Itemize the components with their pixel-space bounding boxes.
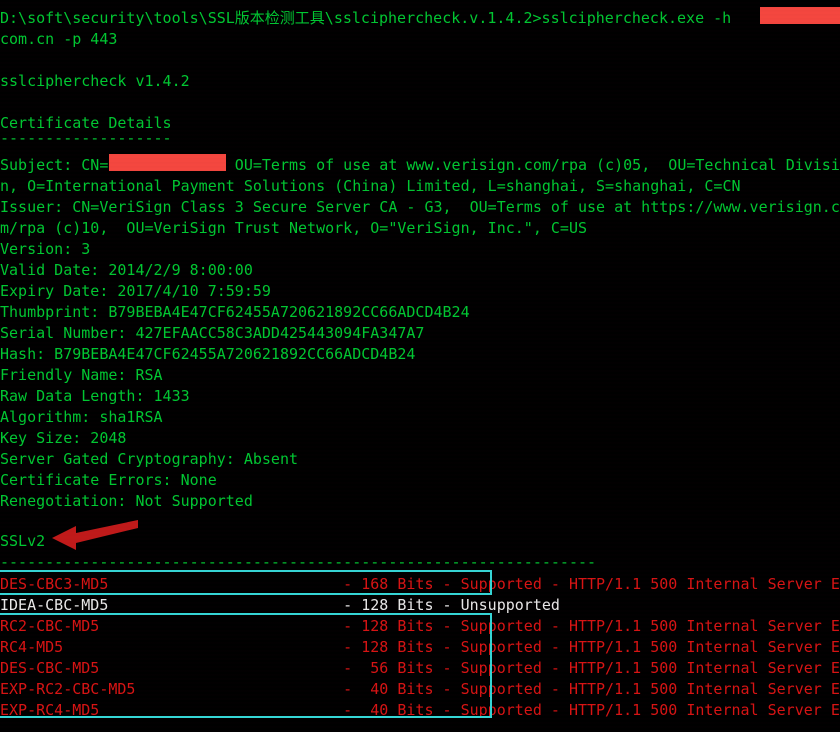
cert-field-renegotiation: Renegotiation: Not Supported xyxy=(0,492,253,510)
cert-field-certificate-errors: Certificate Errors: None xyxy=(0,471,217,489)
protocol-name-sslv2: SSLv2 xyxy=(0,532,46,550)
cipher-row-rc4-md5: RC4-MD5 - 128 Bits - Supported - HTTP/1.… xyxy=(0,638,840,656)
subject-line-2: n, O=International Payment Solutions (Ch… xyxy=(0,177,741,195)
cipher-row-exp-rc2-cbc-md5: EXP-RC2-CBC-MD5 - 40 Bits - Supported - … xyxy=(0,680,840,698)
command-wrap-line: com.cn -p 443 xyxy=(0,30,118,48)
cert-field-serial-number: Serial Number: 427EFAACC58C3ADD425443094… xyxy=(0,324,425,342)
prompt-path: D:\soft\security\tools\SSL版本检测工具\sslciph… xyxy=(0,9,542,27)
cert-field-valid-date: Valid Date: 2014/2/9 8:00:00 xyxy=(0,261,253,279)
cipher-row-des-cbc3-md5: DES-CBC3-MD5 - 168 Bits - Supported - HT… xyxy=(0,575,840,593)
cert-field-key-size: Key Size: 2048 xyxy=(0,429,127,447)
cert-field-raw-data-length: Raw Data Length: 1433 xyxy=(0,387,190,405)
certificate-details-underline: ------------------- xyxy=(0,129,172,147)
cert-field-friendly-name: Friendly Name: RSA xyxy=(0,366,163,384)
subject-cn-redaction-block xyxy=(109,154,226,171)
version-banner: sslciphercheck v1.4.2 xyxy=(0,72,190,90)
subject-suffix: OU=Terms of use at www.verisign.com/rpa … xyxy=(225,156,840,174)
cipher-row-rc2-cbc-md5: RC2-CBC-MD5 - 128 Bits - Supported - HTT… xyxy=(0,617,840,635)
cert-field-expiry-date: Expiry Date: 2017/4/10 7:59:59 xyxy=(0,282,271,300)
cert-field-hash: Hash: B79BEBA4E47CF62455A720621892CC66AD… xyxy=(0,345,416,363)
prompt-command: sslciphercheck.exe -h xyxy=(541,9,741,27)
cert-field-algorithm: Algorithm: sha1RSA xyxy=(0,408,163,426)
hostname-redaction-block xyxy=(760,7,840,24)
protocol-separator: ----------------------------------------… xyxy=(0,553,597,571)
terminal-console[interactable]: D:\soft\security\tools\SSL版本检测工具\sslciph… xyxy=(0,0,840,732)
subject-prefix: Subject: CN= xyxy=(0,156,109,174)
cipher-row-idea-cbc-md5: IDEA-CBC-MD5 - 128 Bits - Unsupported xyxy=(0,596,560,614)
cipher-row-exp-rc4-md5: EXP-RC4-MD5 - 40 Bits - Supported - HTTP… xyxy=(0,701,840,719)
issuer-line-1: Issuer: CN=VeriSign Class 3 Secure Serve… xyxy=(0,198,840,216)
prompt-line: D:\soft\security\tools\SSL版本检测工具\sslciph… xyxy=(0,8,740,29)
cert-field-server-gated-cryptography: Server Gated Cryptography: Absent xyxy=(0,450,299,468)
cert-field-thumbprint: Thumbprint: B79BEBA4E47CF62455A720621892… xyxy=(0,303,470,321)
cipher-row-des-cbc-md5: DES-CBC-MD5 - 56 Bits - Supported - HTTP… xyxy=(0,659,840,677)
cert-field-version: Version: 3 xyxy=(0,240,91,258)
issuer-line-2: m/rpa (c)10, OU=VeriSign Trust Network, … xyxy=(0,219,587,237)
